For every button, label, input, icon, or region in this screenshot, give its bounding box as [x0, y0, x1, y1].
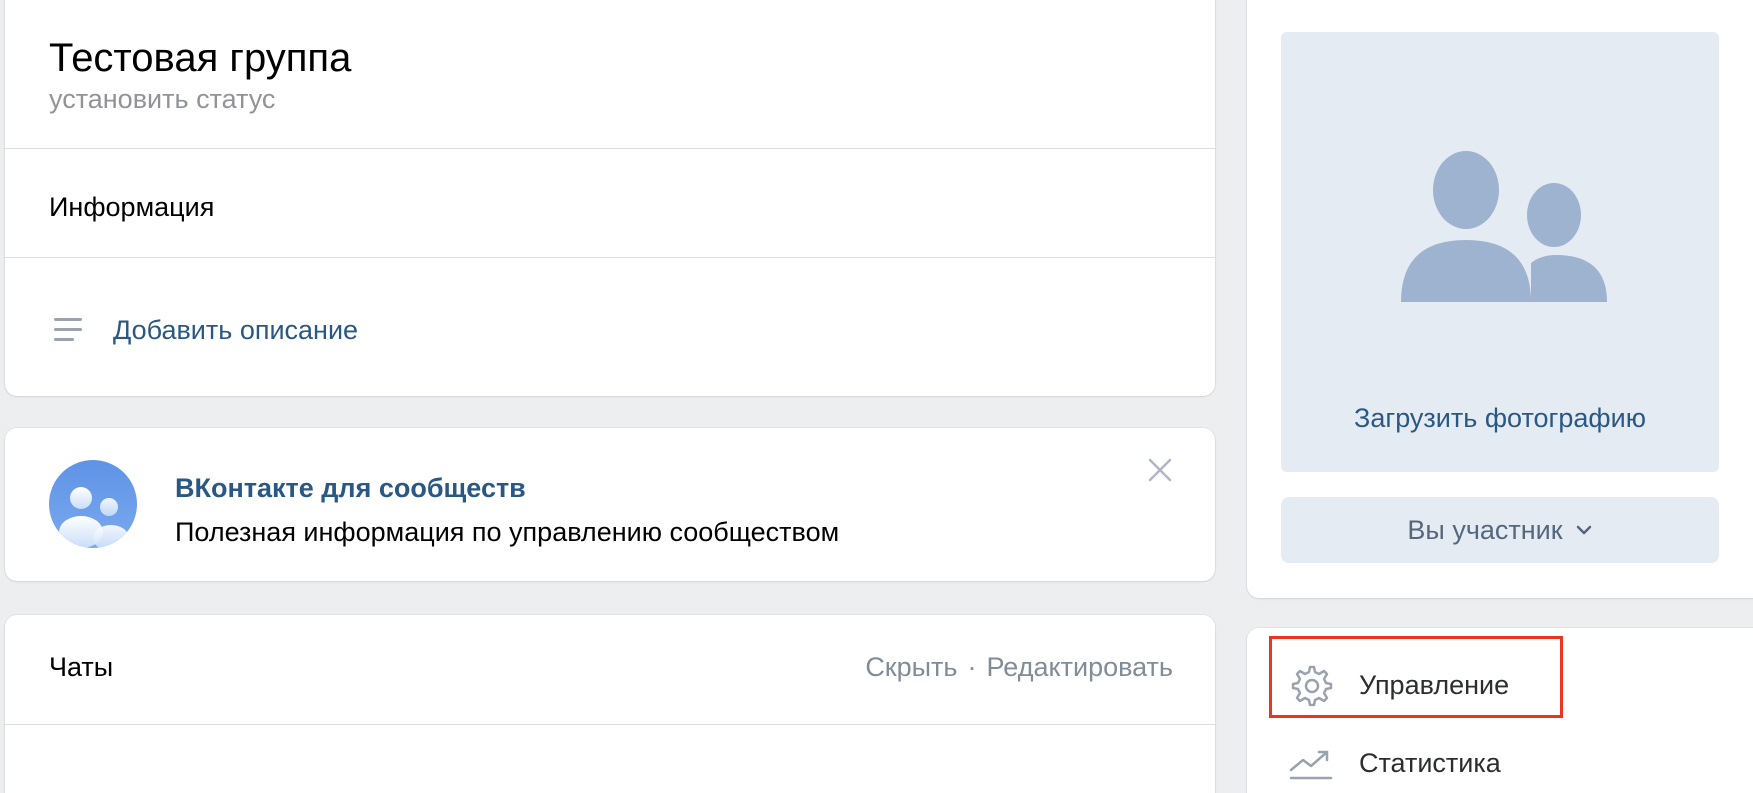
status-input[interactable]: установить статус — [49, 84, 275, 115]
community-people-icon — [49, 460, 137, 548]
upload-photo-area[interactable]: Загрузить фотографию — [1281, 32, 1719, 472]
people-placeholder-icon — [1401, 151, 1607, 302]
description-lines-icon — [54, 318, 82, 341]
separator: · — [967, 652, 977, 682]
chats-card: Чаты Скрыть · Редактировать — [5, 615, 1215, 793]
divider — [5, 148, 1215, 149]
divider — [5, 724, 1215, 725]
divider — [5, 257, 1215, 258]
chevron-down-icon — [1576, 525, 1591, 535]
add-description-button[interactable]: Добавить описание — [49, 310, 358, 350]
hide-link[interactable]: Скрыть — [865, 652, 957, 683]
group-header-card: Тестовая группа установить статус Информ… — [5, 0, 1215, 396]
menu-item-label: Управление — [1359, 669, 1510, 700]
membership-dropdown-button[interactable]: Вы участник — [1281, 497, 1719, 563]
group-title: Тестовая группа — [49, 36, 352, 80]
promo-title-link[interactable]: ВКонтакте для сообществ — [175, 473, 526, 504]
chats-heading: Чаты — [49, 652, 114, 682]
trend-icon — [1289, 750, 1333, 780]
community-avatar — [49, 460, 137, 548]
membership-label: Вы участник — [1407, 514, 1563, 545]
info-heading: Информация — [49, 192, 215, 222]
group-photo-card: Загрузить фотографию Вы участник — [1247, 0, 1753, 598]
menu-item-label: Статистика — [1359, 747, 1501, 778]
menu-item-management[interactable]: Управление — [1287, 662, 1509, 708]
close-icon[interactable] — [1145, 455, 1175, 485]
gear-icon — [1291, 665, 1333, 707]
admin-menu-card: Управление Статистика — [1247, 628, 1753, 793]
menu-item-statistics[interactable]: Статистика — [1287, 740, 1501, 786]
chats-actions: Скрыть · Редактировать — [865, 652, 1173, 683]
promo-card: ВКонтакте для сообществ Полезная информа… — [5, 428, 1215, 581]
add-description-label: Добавить описание — [113, 314, 359, 345]
upload-photo-label: Загрузить фотографию — [1354, 403, 1646, 433]
page: Тестовая группа установить статус Информ… — [0, 0, 1753, 793]
promo-description: Полезная информация по управлению сообще… — [175, 517, 840, 547]
edit-link[interactable]: Редактировать — [986, 652, 1173, 683]
